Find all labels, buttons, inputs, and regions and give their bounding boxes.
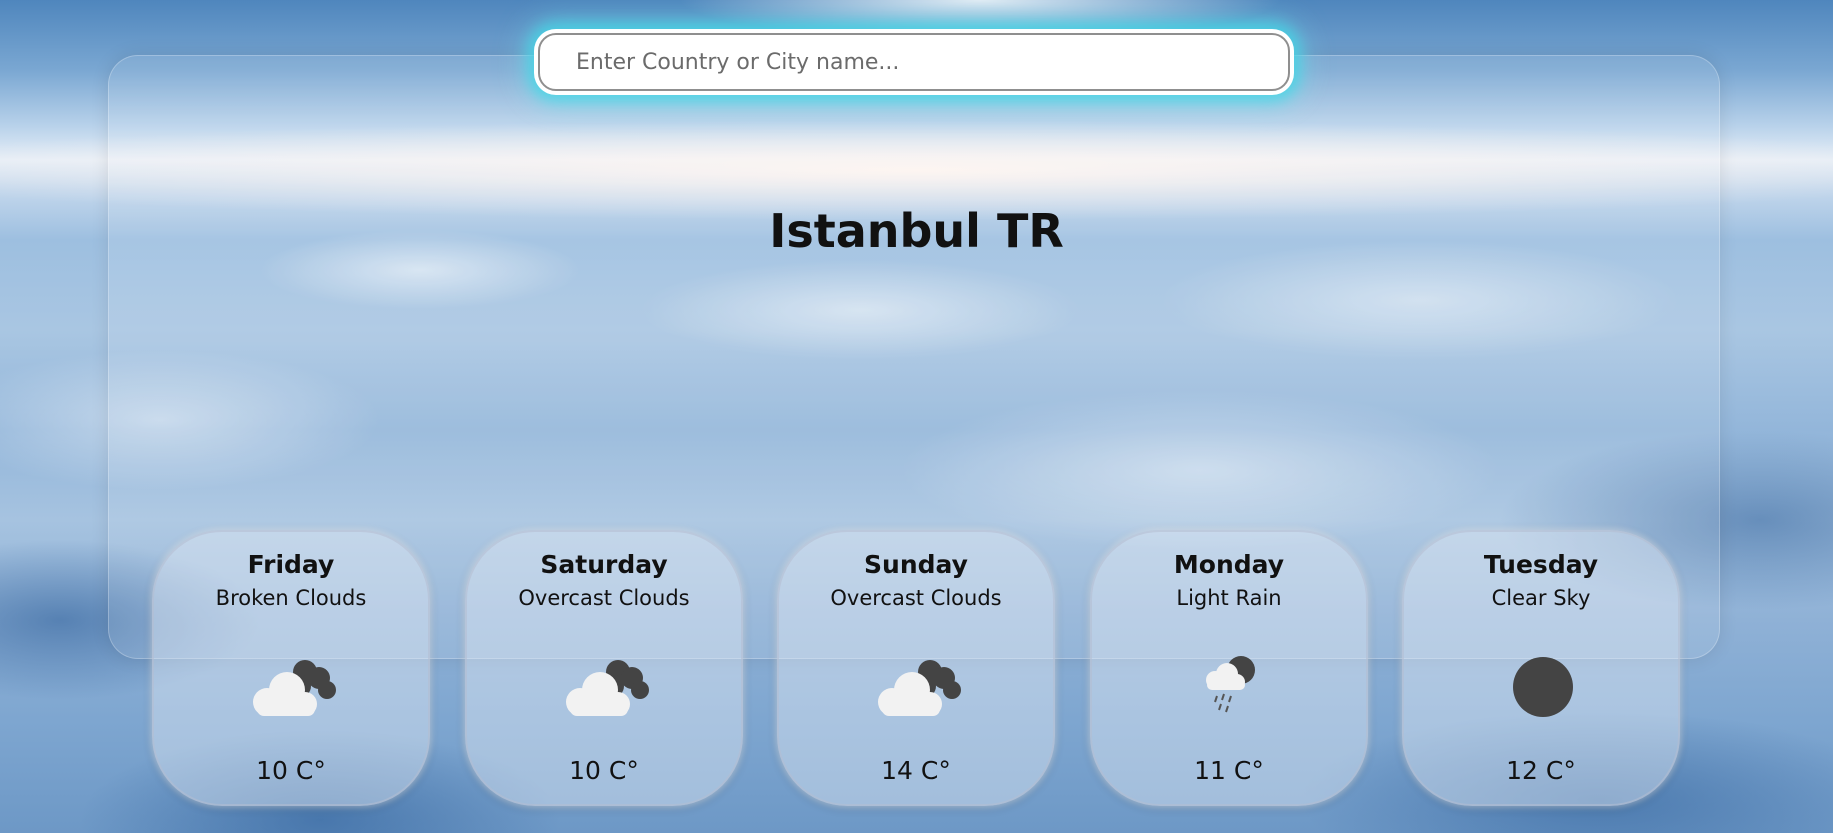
broken-clouds-icon	[253, 660, 336, 716]
forecast-day: Monday	[1173, 550, 1285, 579]
forecast-day: Saturday	[540, 550, 668, 579]
forecast-day: Tuesday	[1483, 550, 1599, 579]
search-input[interactable]	[538, 33, 1290, 91]
light-rain-icon	[1206, 656, 1255, 713]
forecast-temperature: 12 C°	[1506, 756, 1576, 785]
forecast-description: Clear Sky	[1491, 586, 1591, 610]
forecast-description: Overcast Clouds	[830, 586, 1002, 610]
forecast-description: Broken Clouds	[215, 586, 367, 610]
forecast-temperature: 10 C°	[569, 756, 639, 785]
overcast-clouds-icon	[566, 660, 649, 716]
forecast-description: Overcast Clouds	[518, 586, 690, 610]
forecast-card-monday: Monday Light Rain 11 C°	[1090, 530, 1368, 806]
forecast-card-sunday: Sunday Overcast Clouds 14 C°	[777, 530, 1055, 806]
forecast-card-saturday: Saturday Overcast Clouds 10 C°	[465, 530, 743, 806]
forecast-day: Friday	[247, 550, 335, 579]
overcast-clouds-icon	[878, 660, 961, 716]
search-box	[534, 29, 1294, 95]
forecast-day: Sunday	[864, 550, 968, 579]
forecast-description: Light Rain	[1176, 586, 1282, 610]
forecast-temperature: 11 C°	[1194, 756, 1264, 785]
forecast-temperature: 10 C°	[256, 756, 326, 785]
forecast-card-friday: Friday Broken Clouds 10 C°	[152, 530, 430, 806]
city-title: Istanbul TR	[769, 204, 1064, 258]
forecast-temperature: 14 C°	[881, 756, 951, 785]
forecast-card-tuesday: Tuesday Clear Sky 12 C°	[1402, 530, 1680, 806]
forecast-list: Friday Broken Clouds 10 C° Saturday Over…	[0, 530, 1833, 810]
clear-sky-icon	[1513, 657, 1573, 717]
